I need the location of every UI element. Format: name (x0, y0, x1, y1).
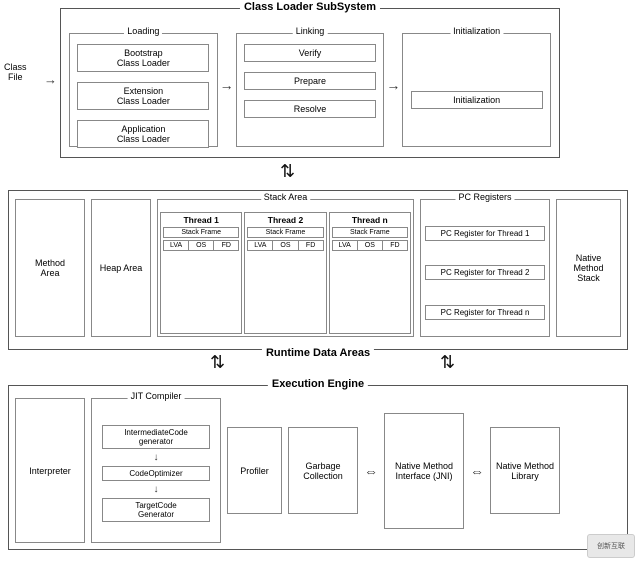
jit-inner: IntermediateCodegenerator ↓ CodeOptimize… (92, 399, 220, 542)
jit-title: JIT Compiler (128, 391, 185, 401)
thread-1-lva: LVA OS FD (163, 240, 239, 251)
pc-registers: PC Registers PC Register for Thread 1 PC… (420, 199, 550, 337)
init-title: Initialization (450, 26, 503, 36)
cls-inner: Loading BootstrapClass Loader ExtensionC… (69, 23, 551, 147)
native-method-stack: NativeMethodStack (556, 199, 621, 337)
pc-threadn: PC Register for Thread n (425, 305, 545, 320)
runtime-inner: MethodArea Heap Area Stack Area Thread 1… (15, 199, 621, 337)
application-loader: ApplicationClass Loader (77, 120, 209, 148)
jit-arrow2: ↓ (154, 484, 159, 495)
pc-title: PC Registers (455, 192, 514, 202)
thread-2-col: Thread 2 Stack Frame LVA OS FD (244, 212, 326, 334)
extension-loader: ExtensionClass Loader (77, 82, 209, 110)
linking-title: Linking (293, 26, 328, 36)
thread-n-frame: Stack Frame (332, 227, 408, 238)
runtime-title: Runtime Data Areas (262, 347, 374, 359)
bootstrap-loader: BootstrapClass Loader (77, 44, 209, 72)
gc-jni-arrow: ⇔ (364, 463, 378, 479)
cls-runtime-arrows: ⇅ (280, 162, 295, 180)
class-loader-subsystem: Class Loader SubSystem Loading Bootstrap… (60, 8, 560, 158)
stack-area: Stack Area Thread 1 Stack Frame LVA OS F… (157, 199, 414, 337)
runtime-exec-arrows-right: ⇅ (440, 352, 455, 373)
thread-2-lva: LVA OS FD (247, 240, 323, 251)
stack-threads: Thread 1 Stack Frame LVA OS FD Thread 2 … (158, 210, 413, 336)
native-method-library: Native Method Library (490, 427, 560, 514)
verify-box: Verify (244, 44, 376, 62)
initialization-section: Initialization Initialization (402, 33, 551, 147)
thread-n-lva: LVA OS FD (332, 240, 408, 251)
thread-1-name: Thread 1 (183, 215, 218, 225)
jit-target: TargetCodeGenerator (102, 498, 210, 522)
jni: Native Method Interface (JNI) (384, 413, 464, 529)
cls-title: Class Loader SubSystem (240, 1, 380, 13)
thread-n-col: Thread n Stack Frame LVA OS FD (329, 212, 411, 334)
thread-1-col: Thread 1 Stack Frame LVA OS FD (160, 212, 242, 334)
runtime-exec-arrows-left: ⇅ (210, 352, 225, 373)
method-area: MethodArea (15, 199, 85, 337)
jit-arrow1: ↓ (154, 452, 159, 463)
pc-thread2: PC Register for Thread 2 (425, 265, 545, 280)
loading-section: Loading BootstrapClass Loader ExtensionC… (69, 33, 218, 147)
linking-init-arrow: → (384, 77, 402, 93)
pc-thread1: PC Register for Thread 1 (425, 226, 545, 241)
profiler: Profiler (227, 427, 282, 514)
t1-os: OS (189, 241, 214, 250)
t2-os: OS (273, 241, 298, 250)
execution-engine: Execution Engine Interpreter JIT Compile… (8, 385, 628, 550)
thread-2-frame: Stack Frame (247, 227, 323, 238)
stack-area-title: Stack Area (261, 192, 311, 202)
t2-lva: LVA (248, 241, 273, 250)
watermark-text: 创新互联 (597, 541, 625, 551)
watermark: 创新互联 (587, 534, 635, 558)
jit-optimizer: CodeOptimizer (102, 466, 210, 481)
jit-compiler: JIT Compiler IntermediateCodegenerator ↓… (91, 398, 221, 543)
main-container: Class File → Class Loader SubSystem Load… (0, 0, 641, 564)
tn-lva: LVA (333, 241, 358, 250)
t1-fd: FD (214, 241, 238, 250)
runtime-data-areas: Runtime Data Areas MethodArea Heap Area … (8, 190, 628, 350)
exec-inner: Interpreter JIT Compiler IntermediateCod… (15, 398, 621, 543)
class-file-label: Class File (4, 62, 27, 82)
t2-fd: FD (299, 241, 323, 250)
heap-area: Heap Area (91, 199, 151, 337)
thread-2-name: Thread 2 (268, 215, 303, 225)
tn-os: OS (358, 241, 383, 250)
interpreter: Interpreter (15, 398, 85, 543)
thread-1-frame: Stack Frame (163, 227, 239, 238)
t1-lva: LVA (164, 241, 189, 250)
garbage-collection: Garbage Collection (288, 427, 358, 514)
jit-intermediate: IntermediateCodegenerator (102, 425, 210, 449)
prepare-box: Prepare (244, 72, 376, 90)
class-file-arrow: → (44, 72, 57, 87)
init-box: Initialization (411, 91, 543, 109)
linking-section: Linking Verify Prepare Resolve (236, 33, 385, 147)
exec-title: Execution Engine (268, 378, 368, 390)
thread-n-name: Thread n (352, 215, 388, 225)
tn-fd: FD (383, 241, 407, 250)
loading-title: Loading (124, 26, 162, 36)
jni-lib-arrow: ⇔ (470, 463, 484, 479)
loading-linking-arrow: → (218, 77, 236, 93)
resolve-box: Resolve (244, 100, 376, 118)
